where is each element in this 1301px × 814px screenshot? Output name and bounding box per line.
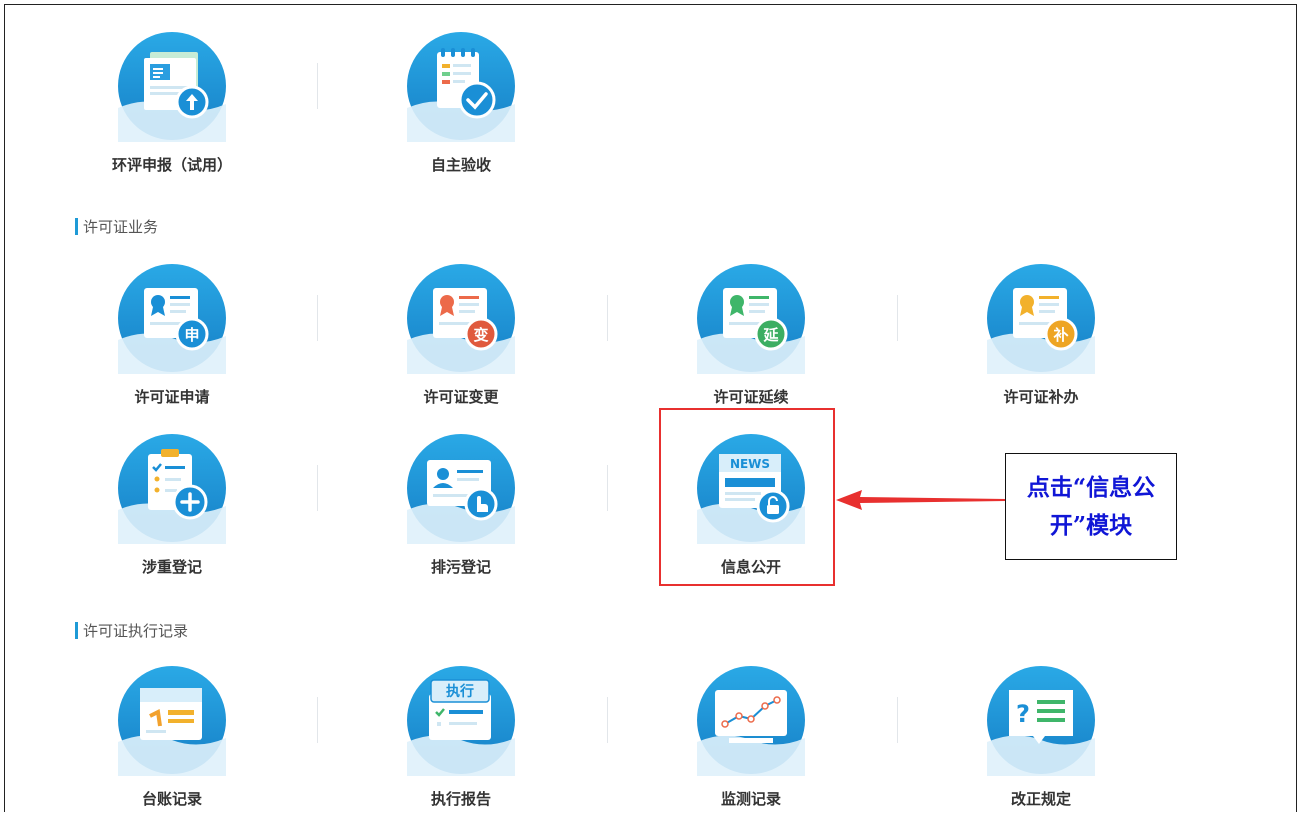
highlight-box (659, 408, 835, 586)
callout-box: 点击“信息公开”模块 (1005, 453, 1177, 560)
tile-eia-report[interactable]: 环评申报（试用） (62, 30, 282, 180)
tile-label: 台账记录 (141, 790, 202, 808)
tile-label: 自主验收 (430, 156, 491, 174)
section-accent-bar (75, 218, 78, 235)
tile-permit-apply[interactable]: 申 许可证申请 (62, 262, 282, 412)
divider (317, 63, 318, 109)
tile-label: 许可证申请 (134, 388, 210, 406)
certificate-apply-icon: 申 (118, 264, 226, 374)
divider (607, 465, 608, 511)
section-accent-bar (75, 622, 78, 639)
document-upload-icon (118, 32, 226, 142)
tile-label: 执行报告 (430, 790, 491, 808)
tile-label: 许可证补办 (1003, 388, 1079, 406)
badge-text: 执行 (446, 683, 474, 700)
question-document-icon: ? (987, 666, 1095, 776)
tile-heavy-metal-registration[interactable]: 涉重登记 (62, 432, 282, 582)
badge-text: ? (1016, 700, 1030, 728)
tile-label: 环评申报（试用） (111, 156, 232, 174)
tile-label: 许可证变更 (423, 388, 499, 406)
badge-text: 延 (762, 326, 779, 344)
divider (607, 697, 608, 743)
divider (317, 295, 318, 341)
tile-pollutant-registration[interactable]: 排污登记 (351, 432, 571, 582)
divider (897, 295, 898, 341)
tile-permit-reissue[interactable]: 补 许可证补办 (931, 262, 1151, 412)
tile-label: 涉重登记 (141, 558, 202, 576)
report-icon: 执行 (407, 666, 515, 776)
tile-label: 改正规定 (1010, 790, 1071, 808)
checklist-check-icon (407, 32, 515, 142)
tile-self-acceptance[interactable]: 自主验收 (351, 30, 571, 180)
certificate-renew-icon: 延 (697, 264, 805, 374)
line-chart-monitor-icon (697, 666, 805, 776)
tile-monitoring-record[interactable]: 监测记录 (641, 664, 861, 814)
certificate-reissue-icon: 补 (987, 264, 1095, 374)
arrow-left-icon (836, 490, 1006, 510)
tile-label: 排污登记 (430, 558, 491, 576)
id-card-touch-icon (407, 434, 515, 544)
badge-text: 补 (1052, 326, 1068, 344)
tile-correction-rules[interactable]: ? 改正规定 (931, 664, 1151, 814)
clipboard-add-icon (118, 434, 226, 544)
badge-text: 申 (184, 326, 199, 344)
ledger-icon (118, 666, 226, 776)
callout-text: 点击“信息公开”模块 (1026, 473, 1156, 539)
divider (317, 697, 318, 743)
certificate-change-icon: 变 (407, 264, 515, 374)
tile-label: 监测记录 (720, 790, 781, 808)
tile-permit-change[interactable]: 变 许可证变更 (351, 262, 571, 412)
divider (317, 465, 318, 511)
section-title-execution: 许可证执行记录 (75, 621, 188, 641)
divider (897, 697, 898, 743)
badge-text: 变 (473, 326, 488, 344)
tile-execution-report[interactable]: 执行 执行报告 (351, 664, 571, 814)
section-title-permit: 许可证业务 (75, 217, 158, 237)
tile-permit-renew[interactable]: 延 许可证延续 (641, 262, 861, 412)
tile-ledger-record[interactable]: 台账记录 (62, 664, 282, 814)
divider (607, 295, 608, 341)
tile-label: 许可证延续 (713, 388, 789, 406)
